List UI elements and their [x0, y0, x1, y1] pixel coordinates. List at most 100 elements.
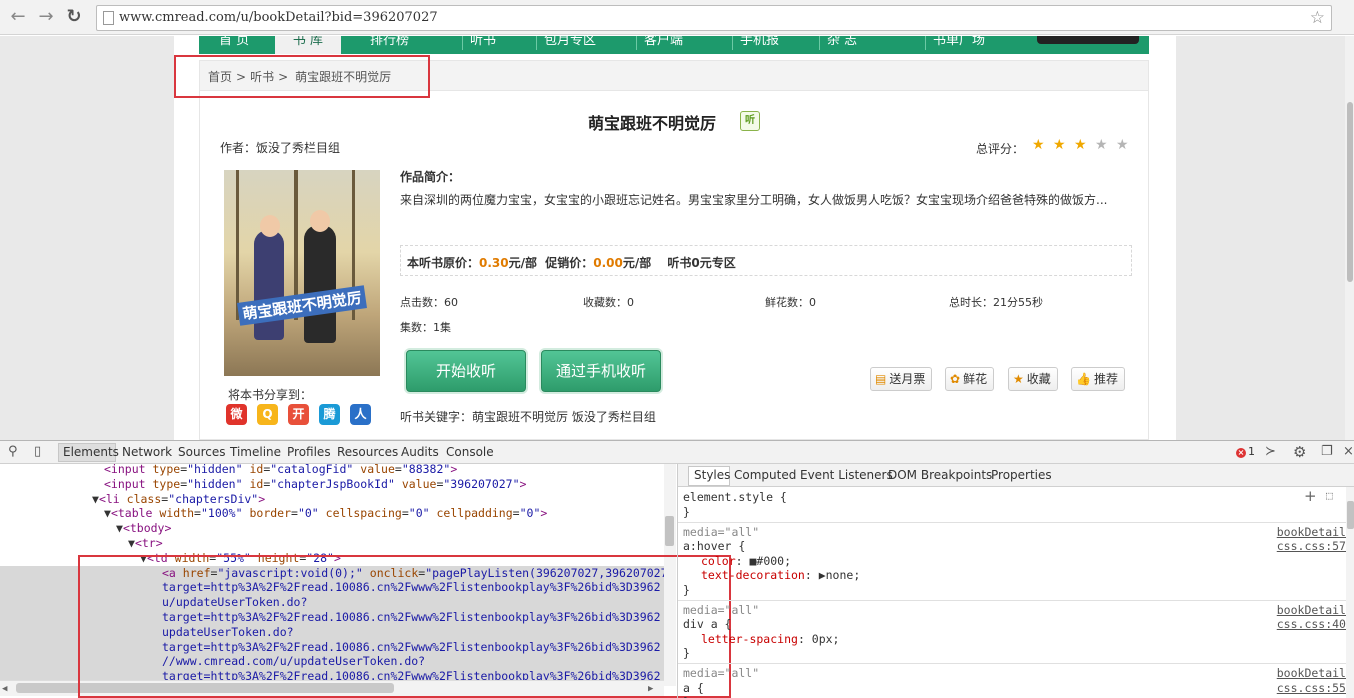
book-title: 萌宝跟班不明觉厉: [588, 114, 717, 133]
nav-item[interactable]: 听书: [470, 36, 496, 54]
site-nav: 首 页 书 库 排行榜 听书 包月专区 客户端 手机报 杂 志 书单广场: [199, 36, 1149, 54]
cover-girl-head: [260, 215, 280, 237]
nav-separator: [925, 36, 926, 50]
flower-icon: ✿: [950, 372, 961, 386]
devtools-tab-console[interactable]: Console: [446, 445, 494, 459]
book-cover-image[interactable]: 萌宝跟班不明觉厉: [224, 170, 380, 376]
intro-text: 来自深圳的两位魔力宝宝，女宝宝的小跟班忘记姓名。男宝宝家里分工明确，女人做饭男人…: [400, 193, 1108, 207]
address-bar[interactable]: www.cmread.com/u/bookDetail?bid=39620702…: [96, 5, 1332, 31]
breadcrumb-highlight: [174, 55, 430, 98]
style-source-link[interactable]: bookDetail: [1277, 603, 1346, 617]
collect-label: 收藏: [1026, 372, 1051, 386]
price-box: 本听书原价：0.30元/部 促销价：0.00元/部 听书0元专区: [400, 245, 1132, 276]
dom-node-line[interactable]: ▼<tr>: [0, 536, 664, 551]
style-selector: element.style {: [683, 490, 787, 504]
style-tab-dom-breakpoints[interactable]: DOM Breakpoints: [888, 468, 992, 482]
rating-star-icon: ★: [1116, 137, 1129, 153]
click-count: 点击数：60: [400, 296, 458, 309]
dom-node-line[interactable]: <input type="hidden" id="chapterJspBookI…: [0, 477, 664, 492]
phone-listen-button[interactable]: 通过手机收听: [541, 350, 661, 392]
devtools-tab-timeline[interactable]: Timeline: [230, 445, 281, 459]
free-zone-link[interactable]: 听书0元专区: [667, 256, 735, 270]
url-text[interactable]: www.cmread.com/u/bookDetail?bid=39620702…: [119, 10, 438, 25]
rating-star-icon: ★: [1074, 137, 1087, 153]
keywords: 听书关键字：萌宝跟班不明觉厉 饭没了秀栏目组: [400, 410, 656, 424]
recommend-button[interactable]: 👍 推荐: [1071, 367, 1125, 391]
style-source-link[interactable]: bookDetail: [1277, 525, 1346, 539]
nav-item[interactable]: 包月专区: [544, 36, 596, 54]
devtools-tab-audits[interactable]: Audits: [401, 445, 439, 459]
devtools-tab-profiles[interactable]: Profiles: [287, 445, 331, 459]
dock-icon[interactable]: ❐: [1321, 444, 1333, 459]
inspect-icon[interactable]: ⚲: [8, 444, 18, 459]
dom-vertical-scroll-thumb[interactable]: [665, 516, 674, 546]
style-source-link[interactable]: bookDetail: [1277, 666, 1346, 680]
devtools-tab-network[interactable]: Network: [122, 445, 172, 459]
style-source-link[interactable]: css.css:57: [1277, 539, 1346, 553]
reload-icon[interactable]: ↻: [62, 6, 86, 28]
style-rule-close: }: [683, 504, 690, 519]
dom-node-line[interactable]: ▼<table width="100%" border="0" cellspac…: [0, 506, 664, 521]
style-tab-computed[interactable]: Computed: [734, 468, 796, 482]
page-scrollbar-thumb[interactable]: [1347, 102, 1353, 282]
nav-item[interactable]: 手机报: [740, 36, 779, 54]
nav-separator: [732, 36, 733, 50]
page-content: 首 页书 库排行榜 听书 包月专区 客户端 手机报杂 志书单广场 首页 > 听书 > 萌宝跟班不…: [174, 36, 1176, 440]
nav-item[interactable]: 杂 志: [827, 36, 857, 54]
toggle-element-state-icon[interactable]: ⬚: [1326, 489, 1333, 502]
close-icon[interactable]: ×: [1343, 444, 1354, 459]
nav-separator: [462, 36, 463, 50]
nav-item[interactable]: 排行榜: [370, 36, 409, 54]
style-tab-event-listeners[interactable]: Event Listeners: [800, 468, 893, 482]
total-duration: 总时长：21分55秒: [949, 296, 1043, 309]
back-icon[interactable]: ←: [6, 6, 30, 28]
book-author[interactable]: 作者：饭没了秀栏目组: [220, 139, 340, 156]
nav-item[interactable]: 首 页: [219, 36, 249, 54]
nav-item[interactable]: 书单广场: [933, 36, 985, 54]
share-label: 将本书分享到：: [228, 388, 313, 402]
cover-boy: [304, 225, 336, 343]
devtools-tab-sources[interactable]: Sources: [178, 445, 225, 459]
page-viewport: 首 页书 库排行榜 听书 包月专区 客户端 手机报杂 志书单广场 首页 > 听书 > 萌宝跟班不…: [0, 36, 1354, 440]
thumbs-up-icon: 👍: [1076, 372, 1091, 386]
device-mode-icon[interactable]: ▯: [34, 444, 41, 459]
styles-pane: Styles Computed Event Listeners DOM Breakpo…: [677, 464, 1354, 698]
tencent-weibo-icon[interactable]: 腾: [319, 404, 340, 425]
style-rule-close: }: [683, 582, 690, 597]
styles-scroll-thumb[interactable]: [1347, 501, 1354, 529]
monthly-ticket-button[interactable]: ▤ 送月票: [870, 367, 933, 391]
forward-icon[interactable]: →: [34, 6, 58, 28]
style-source-link[interactable]: css.css:55: [1277, 681, 1346, 695]
collect-button[interactable]: ★ 收藏: [1008, 367, 1058, 391]
dom-node-line[interactable]: ▼<tbody>: [0, 521, 664, 536]
audiobook-icon: 听: [740, 111, 760, 131]
scroll-left-arrow-icon[interactable]: ◀: [2, 682, 7, 697]
style-selector: div a {: [683, 617, 732, 631]
nav-item[interactable]: 书 库: [275, 36, 341, 54]
dom-node-line[interactable]: ▼<li class="chaptersDiv">: [0, 492, 664, 507]
price-label: 本听书原价：: [407, 256, 480, 270]
settings-gear-icon[interactable]: ⚙: [1293, 443, 1306, 461]
style-tab-styles[interactable]: Styles: [694, 468, 730, 482]
start-listen-button[interactable]: 开始收听: [406, 350, 526, 392]
kaixin-icon[interactable]: 开: [288, 404, 309, 425]
dom-node-line[interactable]: <input type="hidden" id="catalogFid" val…: [0, 464, 664, 477]
style-selector: a {: [683, 680, 704, 695]
flower-button[interactable]: ✿ 鲜花: [945, 367, 995, 391]
devtools-tab-resources[interactable]: Resources: [337, 445, 398, 459]
renren-icon[interactable]: 人: [350, 404, 371, 425]
bookmark-star-icon[interactable]: ☆: [1310, 8, 1325, 28]
error-count[interactable]: × 1: [1236, 445, 1255, 458]
console-drawer-icon[interactable]: ≻: [1265, 444, 1276, 459]
new-style-rule-icon[interactable]: +: [1304, 487, 1317, 505]
devtools-panel: ⚲ ▯ × 1 ≻ ⚙ ❐ × Elements Network Sources Tim…: [0, 440, 1354, 698]
nav-item[interactable]: 客户端: [644, 36, 683, 54]
favorite-count: 收藏数：0: [583, 296, 634, 309]
style-source-link[interactable]: css.css:40: [1277, 617, 1346, 631]
nav-search-box[interactable]: [1037, 36, 1139, 44]
qzone-icon[interactable]: Q: [257, 404, 278, 425]
weibo-icon[interactable]: 微: [226, 404, 247, 425]
style-tab-properties[interactable]: Properties: [991, 468, 1052, 482]
price-value: 0.30: [479, 256, 509, 270]
devtools-tab-elements[interactable]: Elements: [63, 445, 119, 459]
